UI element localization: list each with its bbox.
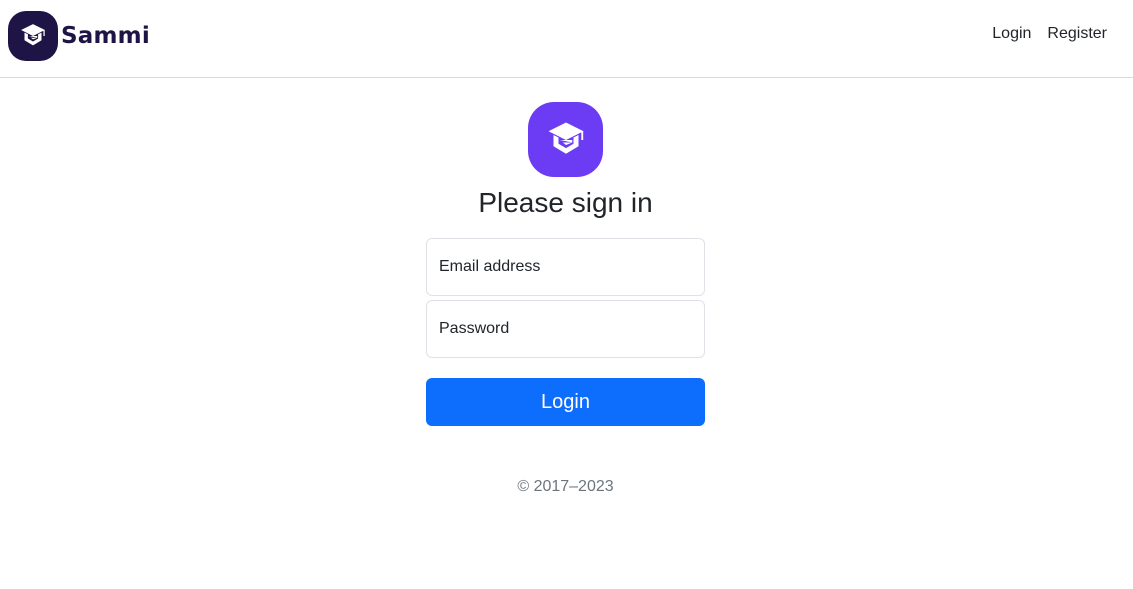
brand-name: Sammi bbox=[61, 23, 150, 49]
page-title: Please sign in bbox=[478, 187, 653, 218]
nav-register-link[interactable]: Register bbox=[1047, 25, 1107, 43]
email-field[interactable] bbox=[426, 238, 705, 296]
password-field[interactable] bbox=[426, 300, 705, 358]
nav-links: Login Register bbox=[992, 25, 1107, 43]
top-navbar: Sammi Login Register bbox=[0, 0, 1133, 78]
copyright-text: © 2017–2023 bbox=[517, 478, 614, 495]
signin-logo-icon bbox=[528, 102, 603, 177]
signin-form: Please sign in Login © 2017–2023 bbox=[426, 102, 705, 496]
login-button[interactable]: Login bbox=[426, 378, 705, 426]
graduation-cap-icon bbox=[21, 24, 45, 46]
nav-login-link[interactable]: Login bbox=[992, 25, 1031, 43]
brand-link[interactable]: Sammi bbox=[8, 11, 150, 61]
graduation-cap-icon bbox=[548, 122, 583, 154]
brand-logo-icon bbox=[8, 11, 58, 61]
